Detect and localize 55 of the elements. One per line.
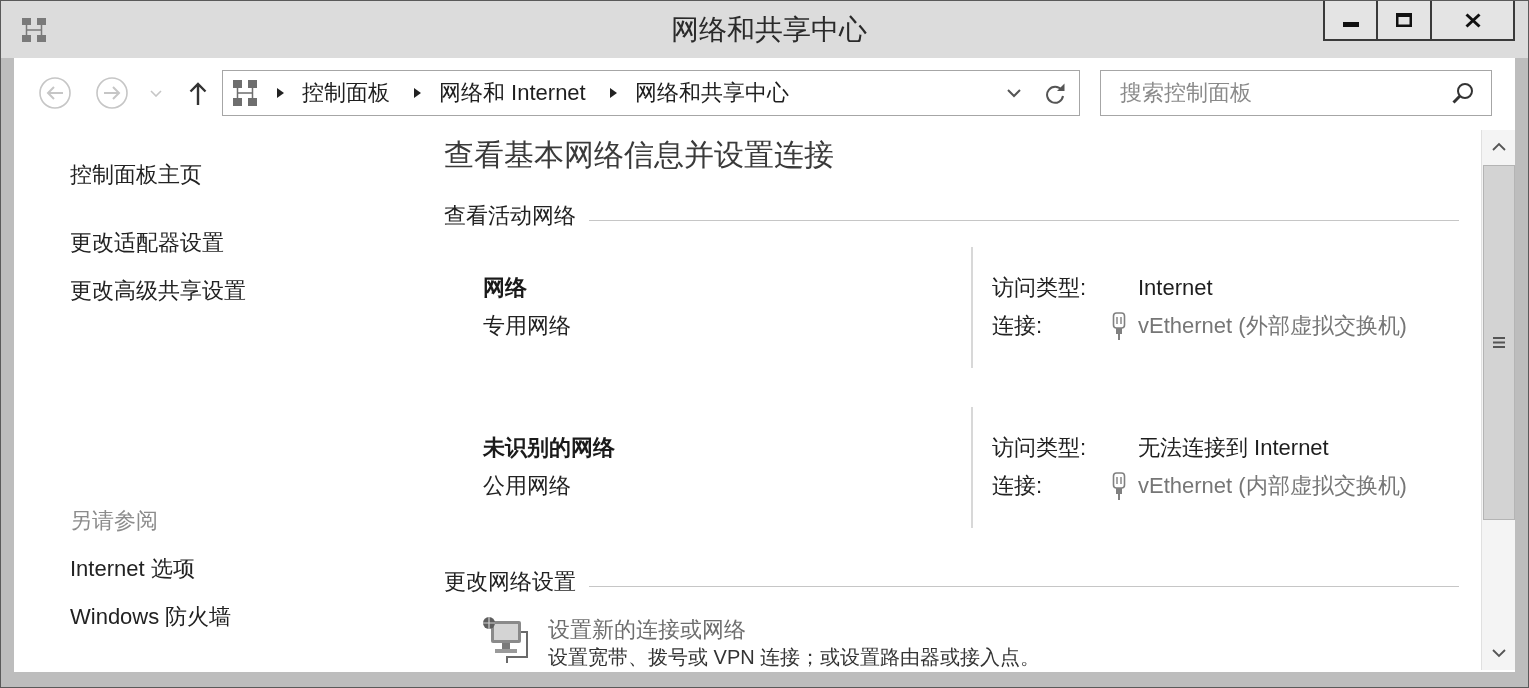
maximize-button[interactable] [1378, 1, 1432, 41]
section-title: 更改网络设置 [444, 568, 576, 596]
up-button[interactable] [189, 81, 207, 105]
triangle-right-icon[interactable] [277, 88, 284, 98]
connection-link[interactable]: vEthernet (内部虚拟交换机) [1138, 471, 1407, 501]
minimize-button[interactable] [1323, 1, 1378, 41]
triangle-right-icon[interactable] [609, 88, 617, 98]
window-title: 网络和共享中心 [670, 12, 867, 47]
breadcrumb-item[interactable]: 网络和 Internet [439, 78, 586, 108]
access-type-value: 无法连接到 Internet [1138, 434, 1329, 462]
close-icon [1464, 12, 1481, 28]
connection-link[interactable]: vEthernet (外部虚拟交换机) [1138, 311, 1407, 341]
grip-icon [1492, 337, 1505, 348]
refresh-icon[interactable] [1045, 82, 1065, 104]
task-description: 设置宽带、拨号或 VPN 连接；或设置路由器或接入点。 [548, 645, 1041, 669]
breadcrumb-item[interactable]: 网络和共享中心 [634, 78, 789, 108]
network-category: 公用网络 [483, 472, 571, 500]
breadcrumb-item[interactable]: 控制面板 [302, 78, 390, 108]
access-type-label: 访问类型: [992, 274, 1088, 302]
triangle-right-icon[interactable] [414, 88, 421, 98]
connection-label: 连接: [992, 472, 1044, 500]
chevron-up-icon[interactable] [1491, 142, 1506, 151]
address-bar[interactable]: 控制面板 网络和 Internet 网络和共享中心 [222, 70, 1080, 116]
network-icon [22, 17, 46, 42]
network-name: 未识别的网络 [483, 434, 615, 462]
access-type-label: 访问类型: [992, 434, 1088, 462]
scrollbar-thumb[interactable] [1482, 165, 1515, 520]
sidebar-link[interactable]: 控制面板主页 [70, 160, 202, 190]
page-heading: 查看基本网络信息并设置连接 [444, 137, 834, 173]
back-icon [39, 77, 71, 109]
connection-label: 连接: [992, 312, 1044, 340]
search-field[interactable]: 搜索控制面板 [1100, 70, 1492, 116]
network-icon [233, 80, 257, 106]
network-category: 专用网络 [483, 312, 571, 340]
chevron-down-icon[interactable] [1491, 649, 1506, 658]
search-icon[interactable] [1452, 82, 1474, 104]
network-name: 网络 [483, 274, 527, 302]
access-type-value: Internet [1138, 274, 1213, 302]
plug-icon [1112, 472, 1126, 500]
section-title: 查看活动网络 [444, 202, 576, 230]
see-also-link[interactable]: Internet 选项 [70, 554, 195, 584]
maximize-icon [1396, 13, 1412, 27]
see-also-link[interactable]: Windows 防火墙 [70, 602, 232, 632]
caret-down-icon [150, 89, 162, 97]
close-button[interactable] [1432, 1, 1515, 41]
computer-icon [483, 615, 531, 663]
plug-icon [1112, 312, 1126, 340]
up-arrow-icon [189, 81, 207, 105]
minimize-icon [1342, 22, 1359, 27]
see-also-heading: 另请参阅 [70, 507, 158, 535]
sidebar-link[interactable]: 更改高级共享设置 [70, 276, 246, 306]
forward-icon [96, 77, 128, 109]
task-link[interactable]: 设置新的连接或网络 [548, 615, 746, 645]
chevron-down-icon[interactable] [1007, 88, 1021, 98]
sidebar-link[interactable]: 更改适配器设置 [70, 228, 224, 258]
